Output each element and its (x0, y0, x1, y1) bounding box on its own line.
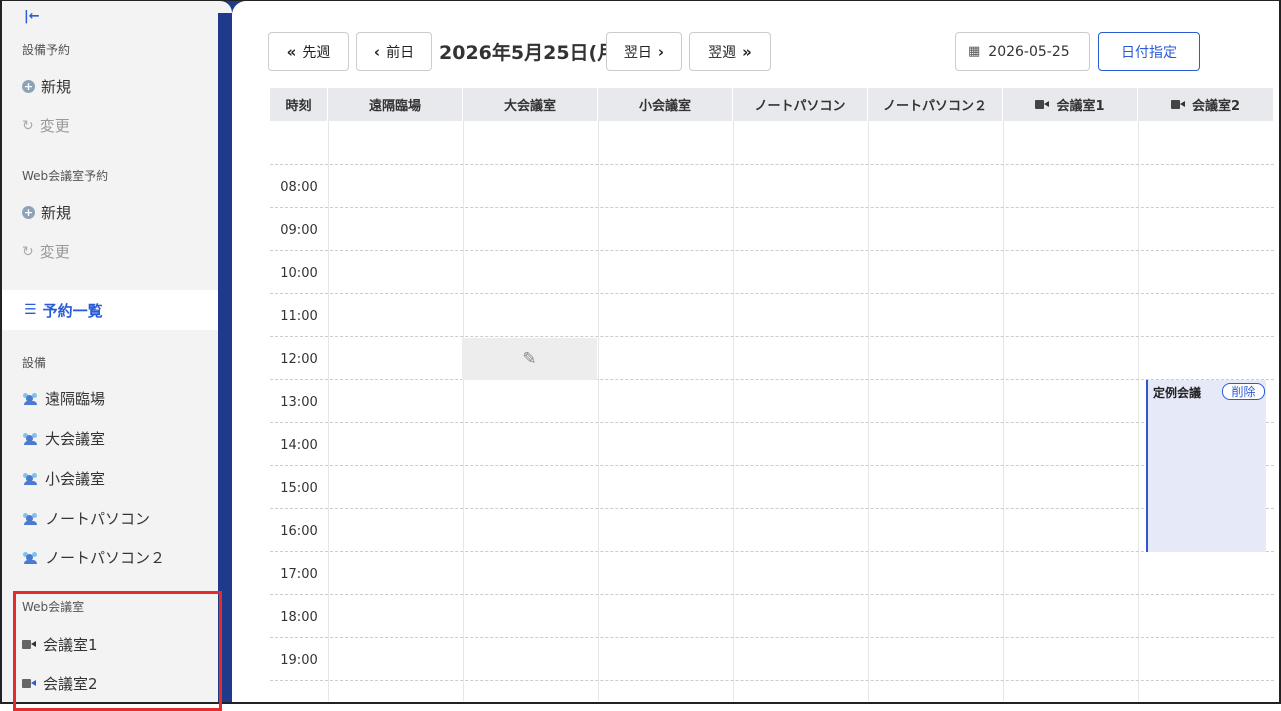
header-web-room-1: 会議室1 (1003, 88, 1138, 121)
date-value: 2026-05-25 (988, 43, 1070, 60)
people-icon (22, 551, 39, 564)
refresh-icon: ↻ (22, 117, 34, 134)
sidebar-item-label: ノートパソコン (45, 510, 151, 528)
web-new-link[interactable]: + 新規 (22, 202, 71, 223)
list-icon: ☰ (24, 302, 37, 318)
chevron-right-icon: › (657, 42, 665, 61)
video-camera-icon (1035, 100, 1050, 109)
facility-section-title: 設備予約 (22, 43, 71, 57)
refresh-icon: ↻ (22, 243, 34, 260)
chevron-left-icon: ‹ (373, 42, 381, 61)
time-label: 12:00 (280, 352, 318, 367)
time-row[interactable]: 13:00 (270, 380, 1274, 423)
header-small-room: 小会議室 (598, 88, 733, 121)
time-row[interactable]: 18:00 (270, 595, 1274, 638)
time-row[interactable]: 08:00 (270, 165, 1274, 208)
time-row[interactable]: 12:00 (270, 337, 1274, 380)
header-label: 会議室1 (1056, 99, 1105, 114)
next-week-label: 翌週 (708, 44, 737, 61)
web-change-label: 変更 (39, 243, 70, 261)
double-chevron-left-icon: « (286, 42, 297, 61)
time-label: 09:00 (280, 223, 318, 238)
time-label: 08:00 (280, 180, 318, 195)
edit-icon: ✎ (522, 349, 537, 369)
reservation-list-label: 予約一覧 (42, 301, 103, 320)
header-remote: 遠隔臨場 (328, 88, 463, 121)
date-specify-button[interactable]: 日付指定 (1098, 32, 1200, 71)
sidebar-item-laptop[interactable]: ノートパソコン (22, 508, 150, 529)
collapse-left-icon[interactable]: |← (24, 9, 40, 24)
sidebar-item-label: 大会議室 (45, 430, 106, 448)
web-change-link[interactable]: ↻ 変更 (22, 241, 70, 262)
sidebar-item-label: 小会議室 (45, 470, 106, 488)
time-row[interactable]: 15:00 (270, 466, 1274, 509)
edit-cell[interactable]: ✎ (462, 338, 597, 380)
plus-circle-icon: + (22, 206, 35, 219)
time-label: 18:00 (280, 610, 318, 625)
people-icon (22, 432, 39, 445)
time-row[interactable]: 17:00 (270, 552, 1274, 595)
current-date-title: 2026年5月25日(月) (439, 42, 625, 64)
time-label: 10:00 (280, 266, 318, 281)
next-week-button[interactable]: 翌週 » (689, 32, 771, 71)
facility-new-label: 新規 (41, 78, 72, 96)
next-day-label: 翌日 (623, 44, 652, 61)
header-large-room: 大会議室 (463, 88, 598, 121)
plus-circle-icon: + (22, 80, 35, 93)
sidebar-item-laptop-2[interactable]: ノートパソコン２ (22, 547, 165, 568)
header-time: 時刻 (270, 88, 328, 121)
highlight-box (13, 591, 222, 711)
reservation-list-link[interactable]: ☰ 予約一覧 (2, 290, 218, 330)
time-row[interactable]: 16:00 (270, 509, 1274, 552)
people-icon (22, 512, 39, 525)
time-label: 15:00 (280, 481, 318, 496)
time-row[interactable]: 19:00 (270, 638, 1274, 681)
date-input[interactable]: ▦ 2026-05-25 (955, 32, 1090, 71)
facilities-title: 設備 (22, 356, 47, 370)
prev-day-label: 前日 (386, 44, 415, 61)
event-title: 定例会議 (1153, 386, 1202, 400)
prev-week-label: 先週 (302, 44, 331, 61)
time-row[interactable]: 09:00 (270, 208, 1274, 251)
time-label: 17:00 (280, 567, 318, 582)
time-row[interactable]: 11:00 (270, 294, 1274, 337)
header-web-room-2: 会議室2 (1138, 88, 1274, 121)
web-new-label: 新規 (41, 204, 72, 222)
header-label: 会議室2 (1191, 99, 1241, 114)
people-icon (22, 472, 39, 485)
time-label: 19:00 (280, 653, 318, 668)
time-label: 14:00 (280, 438, 318, 453)
prev-week-button[interactable]: « 先週 (268, 32, 349, 71)
people-icon (22, 392, 39, 405)
sidebar-item-label: ノートパソコン２ (45, 549, 166, 567)
prev-day-button[interactable]: ‹ 前日 (356, 32, 432, 71)
time-label: 16:00 (280, 524, 318, 539)
header-laptop-2: ノートパソコン２ (868, 88, 1003, 121)
sidebar-item-remote[interactable]: 遠隔臨場 (22, 388, 105, 409)
calendar-icon: ▦ (968, 44, 981, 59)
web-section-title: Web会議室予約 (22, 169, 109, 183)
facility-change-label: 変更 (39, 117, 70, 135)
facility-new-link[interactable]: + 新規 (22, 76, 71, 97)
time-row[interactable]: 14:00 (270, 423, 1274, 466)
header-laptop: ノートパソコン (733, 88, 868, 121)
time-label: 11:00 (280, 309, 318, 324)
facility-change-link[interactable]: ↻ 変更 (22, 115, 70, 136)
double-chevron-right-icon: » (742, 42, 752, 61)
event-block[interactable]: 定例会議 削除 (1146, 380, 1266, 552)
time-label: 13:00 (280, 395, 318, 410)
sidebar-item-large-room[interactable]: 大会議室 (22, 428, 105, 449)
sidebar-item-label: 遠隔臨場 (45, 390, 106, 408)
event-delete-button[interactable]: 削除 (1222, 383, 1265, 400)
time-row-allday[interactable] (270, 121, 1274, 165)
time-row[interactable]: 10:00 (270, 251, 1274, 294)
sidebar-item-small-room[interactable]: 小会議室 (22, 468, 105, 489)
video-camera-icon (1170, 100, 1186, 109)
next-day-button[interactable]: 翌日 › (606, 32, 682, 71)
